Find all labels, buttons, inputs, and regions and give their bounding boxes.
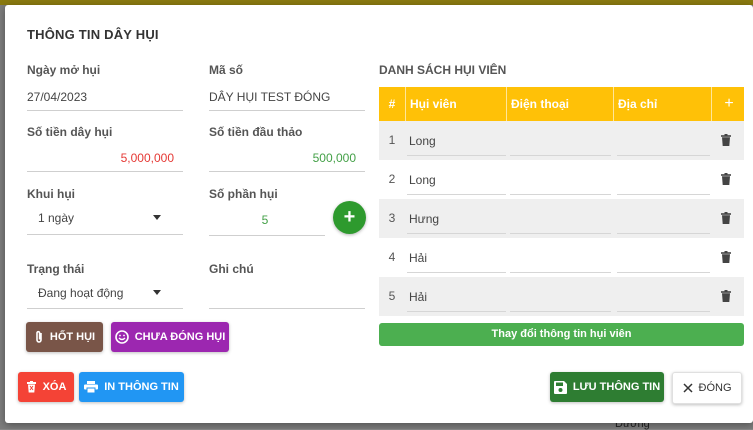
member-name-value: Long <box>409 173 436 187</box>
row-number: 1 <box>388 133 396 147</box>
column-phone: Điện thoại <box>511 97 570 111</box>
close-label: ĐÓNG <box>698 382 732 394</box>
code-input[interactable]: DÂY HỤI TEST ĐÓNG <box>209 90 330 104</box>
note-underline <box>209 308 365 309</box>
member-name-value: Hải <box>409 251 428 265</box>
period-select[interactable]: 1 ngày <box>38 211 74 225</box>
row-number: 2 <box>388 172 396 186</box>
status-select[interactable]: Đang hoạt động <box>38 286 123 300</box>
modal-title: THÔNG TIN DÂY HỤI <box>27 27 159 42</box>
amount-label: Số tiền dây hụi <box>27 125 113 139</box>
delete-row-trash-icon[interactable] <box>721 251 731 263</box>
start-date-label: Ngày mở hụi <box>27 63 101 77</box>
end-group-label: HỐT HỤI <box>49 331 96 343</box>
column-number: # <box>388 97 396 111</box>
print-button[interactable]: IN THÔNG TIN <box>79 372 184 402</box>
member-address-field[interactable] <box>617 244 710 273</box>
table-row: 1 Long <box>379 121 744 160</box>
member-address-field[interactable] <box>617 166 710 195</box>
first-bid-underline <box>209 171 365 172</box>
table-row: 2 Long <box>379 160 744 199</box>
plus-icon: + <box>343 206 356 228</box>
period-label: Khui hụi <box>27 187 75 201</box>
member-name-value: Hải <box>409 290 428 304</box>
table-row: 5 Hải <box>379 277 744 316</box>
delete-row-trash-icon[interactable] <box>721 173 731 185</box>
delete-row-trash-icon[interactable] <box>721 134 731 146</box>
close-button[interactable]: ĐÓNG <box>672 372 742 404</box>
member-name-field[interactable]: Long <box>407 166 506 195</box>
member-name-field[interactable]: Hưng <box>407 205 506 234</box>
status-underline <box>27 308 183 309</box>
change-members-button[interactable]: Thay đổi thông tin hụi viên <box>379 323 744 346</box>
header-separator <box>506 87 507 121</box>
print-label: IN THÔNG TIN <box>104 381 179 393</box>
delete-button[interactable]: XÓA <box>18 372 74 402</box>
period-chevron-down-icon[interactable] <box>153 215 161 220</box>
header-separator <box>405 87 406 121</box>
row-number: 5 <box>388 289 396 303</box>
printer-icon <box>84 381 99 393</box>
row-number: 4 <box>388 250 396 264</box>
members-section-title: DANH SÁCH HỤI VIÊN <box>379 63 507 77</box>
close-icon <box>682 383 693 393</box>
members-table-header: # Hụi viên Điện thoại Địa chỉ + <box>379 87 744 121</box>
save-button[interactable]: LƯU THÔNG TIN <box>550 372 664 402</box>
member-phone-field[interactable] <box>510 166 611 195</box>
end-group-button[interactable]: HỐT HỤI <box>26 322 103 352</box>
member-name-field[interactable]: Hải <box>407 244 506 273</box>
smile-icon <box>114 330 129 344</box>
amount-underline <box>27 171 183 172</box>
period-underline <box>27 234 183 235</box>
member-phone-field[interactable] <box>510 283 611 312</box>
unpaid-label: CHƯA ĐÓNG HỤI <box>134 331 226 343</box>
member-name-field[interactable]: Hải <box>407 283 506 312</box>
add-member-plus-icon[interactable]: + <box>719 87 739 121</box>
column-address: Địa chỉ <box>618 97 658 111</box>
start-date-underline <box>27 110 183 111</box>
member-address-field[interactable] <box>617 127 710 156</box>
status-chevron-down-icon[interactable] <box>153 290 161 295</box>
save-label: LƯU THÔNG TIN <box>572 381 661 393</box>
delete-label: XÓA <box>42 381 67 393</box>
code-label: Mã số <box>209 63 244 77</box>
save-icon <box>553 380 567 394</box>
status-label: Trạng thái <box>27 262 85 276</box>
add-share-button[interactable]: + <box>333 201 366 234</box>
member-phone-field[interactable] <box>510 244 611 273</box>
table-row: 4 Hải <box>379 238 744 277</box>
header-separator <box>613 87 614 121</box>
delete-row-trash-icon[interactable] <box>721 212 731 224</box>
amount-input[interactable]: 5,000,000 <box>27 151 174 165</box>
unpaid-button[interactable]: CHƯA ĐÓNG HỤI <box>111 322 229 352</box>
row-number: 3 <box>388 211 396 225</box>
member-name-value: Long <box>409 134 436 148</box>
paperclip-icon <box>36 330 42 343</box>
shares-input[interactable]: 5 <box>209 213 321 227</box>
code-underline <box>209 110 365 111</box>
member-phone-field[interactable] <box>510 127 611 156</box>
member-phone-field[interactable] <box>510 205 611 234</box>
member-address-field[interactable] <box>617 205 710 234</box>
group-info-modal: THÔNG TIN DÂY HỤI Ngày mở hụi 27/04/2023… <box>5 5 753 423</box>
column-member: Hụi viên <box>410 97 457 111</box>
first-bid-input[interactable]: 500,000 <box>209 151 356 165</box>
header-separator <box>711 87 712 121</box>
member-name-value: Hưng <box>409 212 440 226</box>
start-date-input[interactable]: 27/04/2023 <box>27 90 87 104</box>
first-bid-label: Số tiền đầu thảo <box>209 125 303 139</box>
shares-underline <box>209 235 325 236</box>
member-address-field[interactable] <box>617 283 710 312</box>
trash-icon <box>26 381 36 393</box>
member-name-field[interactable]: Long <box>407 127 506 156</box>
delete-row-trash-icon[interactable] <box>721 290 731 302</box>
shares-label: Số phần hụi <box>209 187 278 201</box>
table-row: 3 Hưng <box>379 199 744 238</box>
note-label: Ghi chú <box>209 262 254 276</box>
